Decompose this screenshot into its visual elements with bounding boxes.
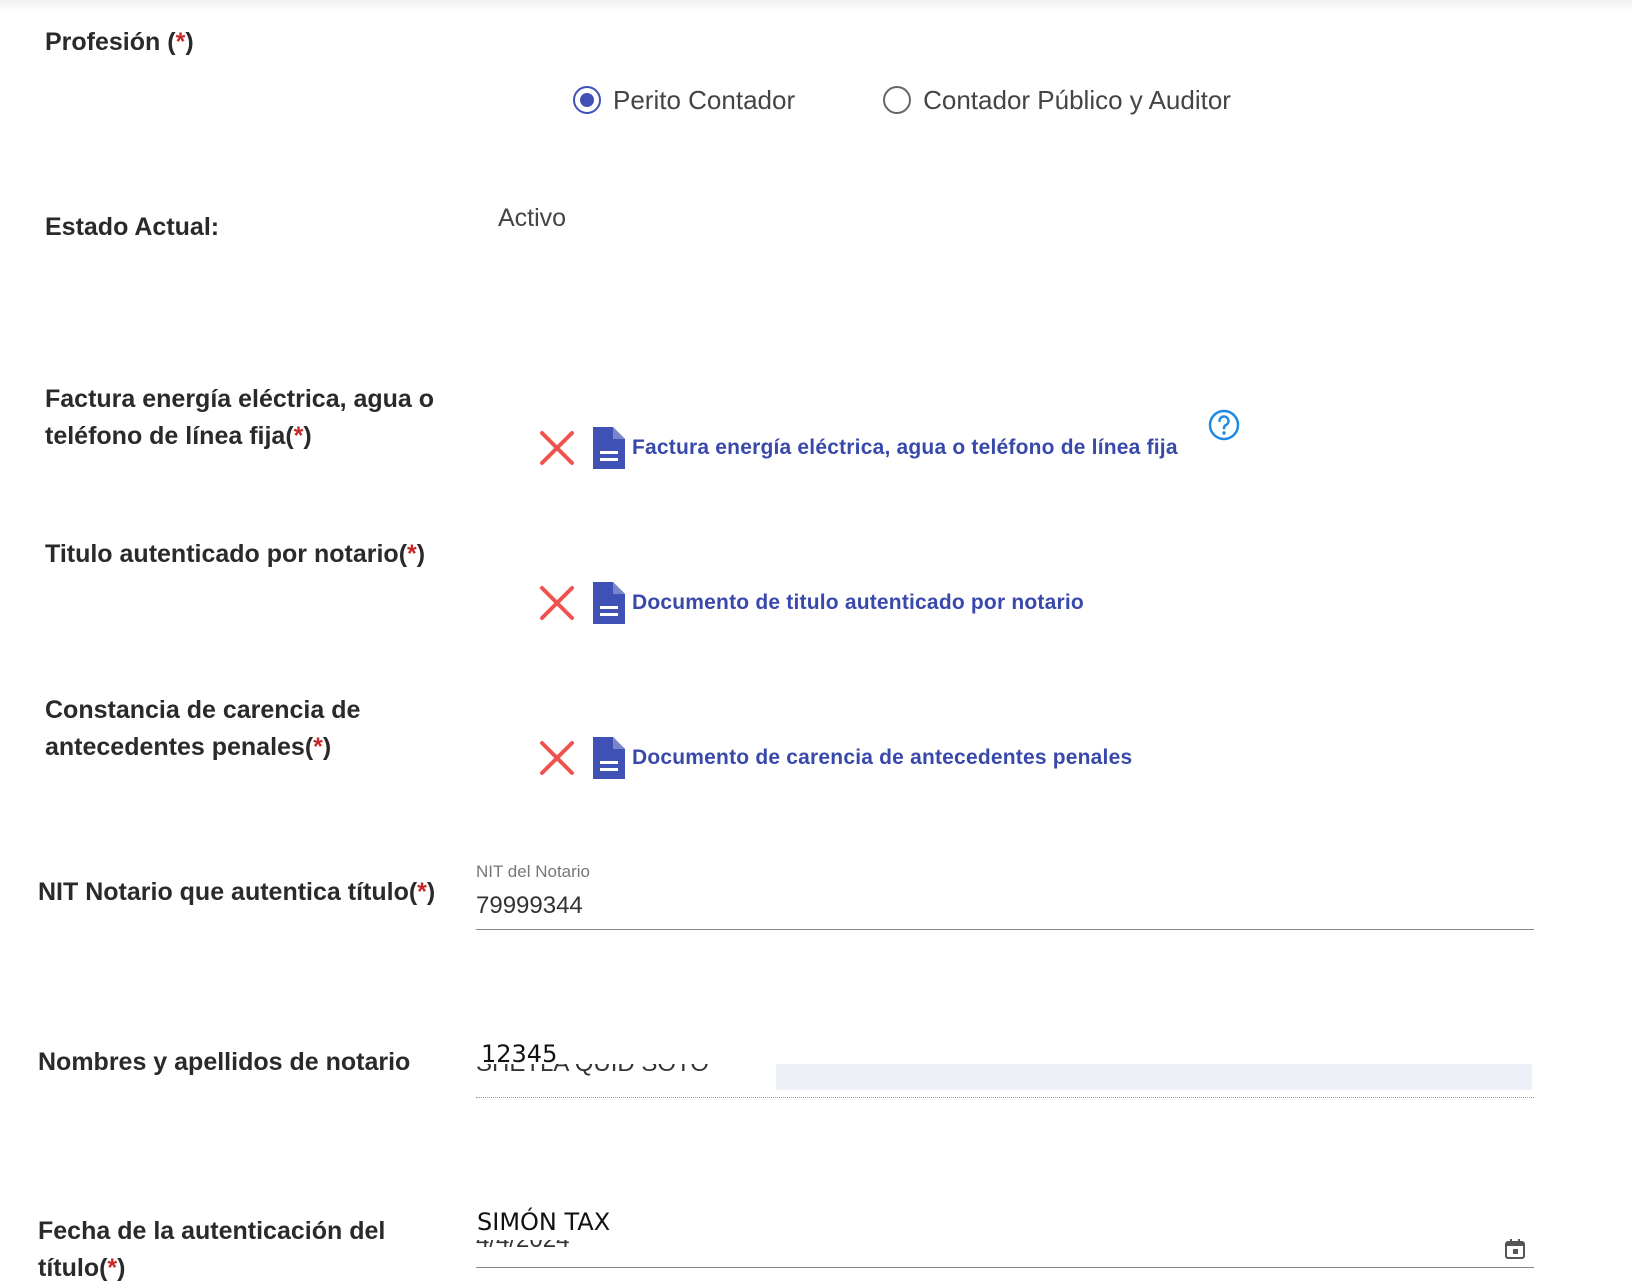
factura-label-line1: Factura energía eléctrica, agua o <box>45 385 435 413</box>
required-marker: * <box>175 28 186 56</box>
constancia-label-line1: Constancia de carencia de <box>45 696 361 724</box>
nombres-overlay-value[interactable]: 12345 <box>481 1040 557 1068</box>
factura-label-line2-text: teléfono de línea fija( <box>45 422 294 450</box>
nit-label-text: NIT Notario que autentica título( <box>38 878 418 906</box>
required-marker: * <box>293 422 304 450</box>
constancia-label-line2-text: antecedentes penales( <box>45 733 314 761</box>
estado-label: Estado Actual: <box>45 213 220 241</box>
fecha-overlay-value[interactable]: SIMÓN TAX <box>477 1208 610 1236</box>
nombres-field-background <box>776 1064 1532 1090</box>
fecha-label-line2: título(*) <box>38 1250 385 1287</box>
profession-label-close: ) <box>185 28 194 56</box>
top-divider <box>0 0 1632 14</box>
fecha-input-underline[interactable] <box>476 1267 1534 1268</box>
titulo-label: Titulo autenticado por notario(*) <box>45 536 425 573</box>
delete-x-icon[interactable] <box>538 584 576 622</box>
factura-document-row: Factura energía eléctrica, agua o teléfo… <box>538 423 1178 473</box>
factura-label: Factura energía eléctrica, agua o teléfo… <box>45 381 434 455</box>
radio-label-contador-publico[interactable]: Contador Público y Auditor <box>923 85 1231 116</box>
constancia-document-link[interactable]: Documento de carencia de antecedentes pe… <box>632 746 1132 770</box>
required-marker: * <box>313 733 323 761</box>
fecha-label-line1: Fecha de la autenticación del <box>38 1217 386 1245</box>
document-icon[interactable] <box>590 579 628 627</box>
profession-radio-group: Perito Contador Contador Público y Audit… <box>573 80 1231 120</box>
constancia-label-line2: antecedentes penales(*) <box>45 729 360 766</box>
titulo-label-text: Titulo autenticado por notario( <box>45 540 408 568</box>
nombres-label: Nombres y apellidos de notario <box>38 1048 411 1076</box>
fecha-underlying-text: 4/4/2024 <box>476 1240 676 1254</box>
delete-x-icon[interactable] <box>538 429 576 467</box>
required-marker: * <box>407 540 417 568</box>
titulo-document-link[interactable]: Documento de titulo autenticado por nota… <box>632 591 1084 615</box>
help-circle-icon[interactable] <box>1207 408 1241 442</box>
estado-value: Activo <box>498 204 567 232</box>
titulo-label-close: ) <box>416 540 426 568</box>
constancia-document-row: Documento de carencia de antecedentes pe… <box>538 733 1132 783</box>
factura-label-line2: teléfono de línea fija(*) <box>45 418 434 455</box>
document-icon[interactable] <box>590 734 628 782</box>
radio-perito-contador[interactable]: Perito Contador <box>573 85 795 116</box>
required-marker: * <box>417 878 427 906</box>
nit-label-close: ) <box>426 878 436 906</box>
fecha-label-line2-text: título( <box>38 1254 108 1282</box>
required-marker: * <box>107 1254 118 1282</box>
radio-selected-icon[interactable] <box>573 86 601 114</box>
profession-label: Profesión (*) <box>45 24 194 61</box>
document-icon[interactable] <box>590 424 628 472</box>
fecha-label: Fecha de la autenticación del título(*) <box>38 1213 385 1287</box>
nit-input-underline[interactable] <box>476 929 1534 930</box>
constancia-label-close: ) <box>322 733 332 761</box>
nombres-input-underline[interactable] <box>476 1097 1534 1098</box>
nit-label: NIT Notario que autentica título(*) <box>38 874 435 911</box>
factura-document-link[interactable]: Factura energía eléctrica, agua o teléfo… <box>632 436 1178 460</box>
factura-label-close: ) <box>303 422 312 450</box>
titulo-document-row: Documento de titulo autenticado por nota… <box>538 578 1084 628</box>
fecha-underlying-value: 4/4/2024 <box>476 1240 676 1258</box>
radio-contador-publico[interactable]: Contador Público y Auditor <box>883 85 1231 116</box>
delete-x-icon[interactable] <box>538 739 576 777</box>
nit-input-value[interactable]: 79999344 <box>476 892 583 920</box>
nit-field-hint: NIT del Notario <box>476 862 591 881</box>
radio-label-perito[interactable]: Perito Contador <box>613 85 795 116</box>
radio-unselected-icon[interactable] <box>883 86 912 114</box>
constancia-label: Constancia de carencia de antecedentes p… <box>45 692 360 766</box>
fecha-label-close: ) <box>117 1254 126 1282</box>
profession-label-text: Profesión ( <box>45 28 176 56</box>
calendar-icon[interactable] <box>1504 1238 1526 1260</box>
